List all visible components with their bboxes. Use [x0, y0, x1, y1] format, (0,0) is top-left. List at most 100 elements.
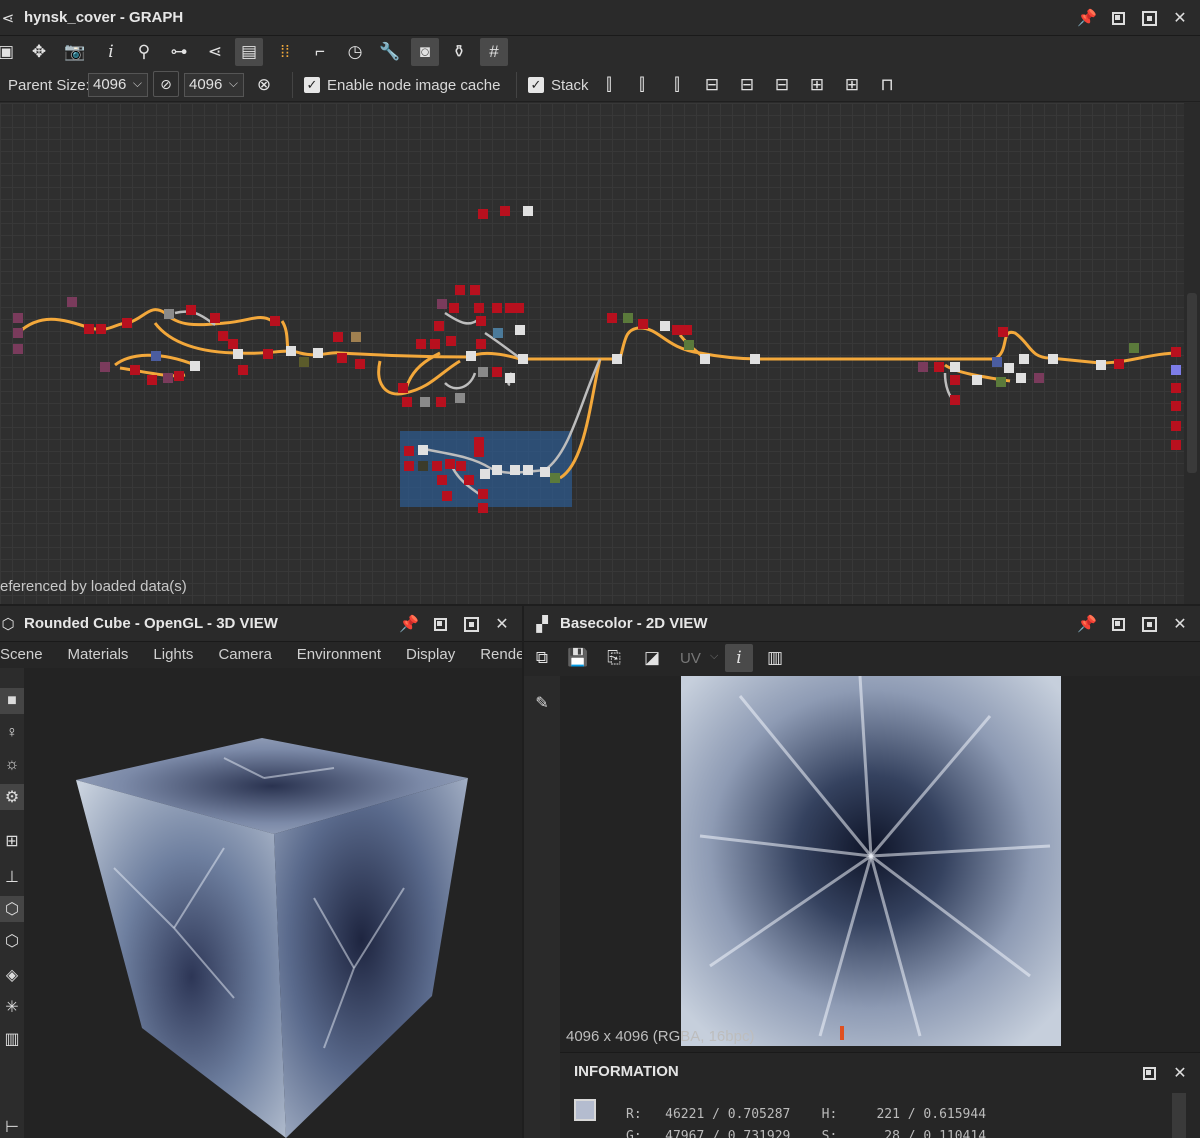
- link-size-icon[interactable]: ⊘: [153, 71, 179, 97]
- distribute-h-icon[interactable]: ⊞: [803, 71, 831, 99]
- align-top-icon[interactable]: ⊟: [698, 71, 726, 99]
- histogram-icon[interactable]: ▥: [761, 644, 789, 672]
- close-icon[interactable]: ✕: [1170, 614, 1190, 634]
- float-icon[interactable]: [1108, 614, 1128, 634]
- pin-icon[interactable]: 📌: [1077, 8, 1097, 28]
- info-window-controls: ✕: [1139, 1063, 1190, 1083]
- save-icon[interactable]: 💾: [564, 644, 592, 672]
- graph-canvas[interactable]: [0, 103, 1184, 604]
- color-picker-icon[interactable]: ✎: [528, 690, 556, 716]
- graph-window-controls: 📌 ✕: [1077, 8, 1190, 28]
- image-info-text: 4096 x 4096 (RGBA, 16bpc): [566, 1028, 755, 1045]
- parent-size-height-value: 4096: [189, 76, 223, 93]
- float-icon[interactable]: [430, 614, 450, 634]
- share-icon[interactable]: ⋖: [0, 4, 22, 32]
- chevron-down-icon: ⌵: [132, 76, 142, 90]
- maximize-icon[interactable]: [1139, 8, 1159, 28]
- align-icon[interactable]: ⊶: [165, 38, 193, 66]
- info-red-hue-line: R: 46221 / 0.705287 H: 221 / 0.615944: [626, 1107, 987, 1122]
- cube-mesh-icon[interactable]: ⬡: [0, 896, 24, 922]
- view3d-sidebar: ■ ♀ ☼ ⚙ ⊞ ⊥ ⬡ ⬡ ◈ ✳ ▥ ⊢: [0, 668, 24, 1138]
- menu-camera[interactable]: Camera: [206, 642, 284, 668]
- basecolor-texture: [681, 668, 1061, 1046]
- graph-vertical-scrollbar[interactable]: [1184, 103, 1200, 604]
- display-settings-icon[interactable]: ⚙: [0, 784, 24, 810]
- info-icon[interactable]: i: [97, 38, 125, 66]
- graph-options-bar: Parent Size: 4096 ⌵ ⊘ 4096 ⌵ ⊗ ✓ Enable …: [0, 68, 1200, 102]
- frame-icon[interactable]: ▣: [0, 38, 20, 66]
- view2d-viewport[interactable]: [560, 668, 1200, 1056]
- clean-icon[interactable]: ⚱: [445, 38, 473, 66]
- copy-icon[interactable]: ⎘: [600, 644, 628, 672]
- view2d-toolbar: ⧉ 💾 ⎘ ◪ UV ⌵ i ▥: [524, 642, 1200, 676]
- menu-scene[interactable]: Scene: [0, 642, 56, 668]
- cube-outline-icon[interactable]: ⬡: [0, 928, 24, 954]
- distribute-v-icon[interactable]: ⊞: [838, 71, 866, 99]
- scatter-icon[interactable]: ✳: [0, 994, 24, 1020]
- stack-label: Stack: [551, 77, 589, 94]
- preview-icon[interactable]: ◙: [411, 38, 439, 66]
- snapshot-icon[interactable]: 📷: [61, 38, 89, 66]
- stats-icon[interactable]: ▥: [0, 1026, 24, 1052]
- maximize-icon[interactable]: [1139, 614, 1159, 634]
- graph-status-text: eferenced by loaded data(s): [0, 578, 187, 595]
- search-icon[interactable]: ⚲: [130, 38, 158, 66]
- menu-renderer[interactable]: Renderer: [468, 642, 522, 668]
- checker-icon: ▞: [536, 616, 548, 633]
- chevron-down-icon: ⌵: [710, 650, 719, 662]
- link-style-icon[interactable]: ⌐: [306, 38, 334, 66]
- align-left-icon[interactable]: ⫿: [595, 71, 623, 99]
- uv-toggle[interactable]: UV: [680, 650, 701, 667]
- float-icon[interactable]: [1139, 1063, 1159, 1083]
- align-middle-icon[interactable]: ⊟: [733, 71, 761, 99]
- align-center-icon[interactable]: ⫿: [628, 71, 656, 99]
- reset-size-icon[interactable]: ⊗: [250, 71, 278, 99]
- grid-snap-icon[interactable]: #: [480, 38, 508, 66]
- close-icon[interactable]: ✕: [1170, 8, 1190, 28]
- camera-icon[interactable]: ■: [0, 688, 24, 714]
- axis-icon[interactable]: ⊥: [0, 864, 24, 890]
- menu-environment[interactable]: Environment: [285, 642, 394, 668]
- view2d-sidebar: ✎: [524, 676, 560, 1138]
- close-icon[interactable]: ✕: [1170, 1063, 1190, 1083]
- hierarchy-icon[interactable]: ⋖: [201, 38, 229, 66]
- export-icon[interactable]: ⧉: [528, 644, 556, 672]
- view-mode-icon[interactable]: ◪: [638, 644, 666, 672]
- stack-checkbox[interactable]: ✓: [528, 77, 544, 93]
- environment-icon[interactable]: ☼: [0, 752, 24, 778]
- float-icon[interactable]: [1108, 8, 1128, 28]
- graph-network: [13, 206, 1181, 513]
- hierarchy-icon[interactable]: ⊢: [0, 1114, 24, 1138]
- close-icon[interactable]: ✕: [492, 614, 512, 634]
- frame-toggle-icon[interactable]: ▤: [235, 38, 263, 66]
- timer-icon[interactable]: ◷: [341, 38, 369, 66]
- align-bottom-icon[interactable]: ⊟: [768, 71, 796, 99]
- parent-size-width-select[interactable]: 4096 ⌵: [88, 73, 148, 97]
- info-scrollbar[interactable]: [1172, 1093, 1186, 1138]
- view3d-viewport[interactable]: [24, 668, 522, 1138]
- cube-icon: ⬡: [1, 616, 15, 633]
- view3d-menubar: Scene Materials Lights Camera Environmen…: [0, 642, 522, 668]
- scrollbar-thumb[interactable]: [1187, 293, 1197, 473]
- snap-grid-icon[interactable]: ⊓: [873, 71, 901, 99]
- graph-nodes-icon[interactable]: ⁞⁞: [271, 38, 299, 66]
- color-swatch: [574, 1099, 596, 1121]
- pin-icon[interactable]: 📌: [1077, 614, 1097, 634]
- parent-size-height-select[interactable]: 4096 ⌵: [184, 73, 244, 97]
- enable-cache-checkbox[interactable]: ✓: [304, 77, 320, 93]
- menu-materials[interactable]: Materials: [56, 642, 142, 668]
- light-bulb-icon[interactable]: ♀: [0, 720, 24, 746]
- menu-lights[interactable]: Lights: [141, 642, 206, 668]
- info-icon[interactable]: i: [725, 644, 753, 672]
- menu-display[interactable]: Display: [394, 642, 468, 668]
- view2d-panel: ▞ Basecolor - 2D VIEW 📌 ✕ ⧉ 💾 ⎘ ◪ UV ⌵ i…: [524, 606, 1200, 1138]
- maximize-icon[interactable]: [461, 614, 481, 634]
- layers-icon[interactable]: ◈: [0, 962, 24, 988]
- fit-view-icon[interactable]: ✥: [25, 38, 53, 66]
- graph-title: hynsk_cover - GRAPH: [24, 9, 184, 26]
- pin-icon[interactable]: 📌: [399, 614, 419, 634]
- align-right-icon[interactable]: ⫿: [663, 71, 691, 99]
- wireframe-icon[interactable]: ⊞: [0, 828, 24, 854]
- graph-titlebar: ⋖ hynsk_cover - GRAPH 📌 ✕: [0, 0, 1200, 36]
- tools-icon[interactable]: 🔧: [376, 38, 404, 66]
